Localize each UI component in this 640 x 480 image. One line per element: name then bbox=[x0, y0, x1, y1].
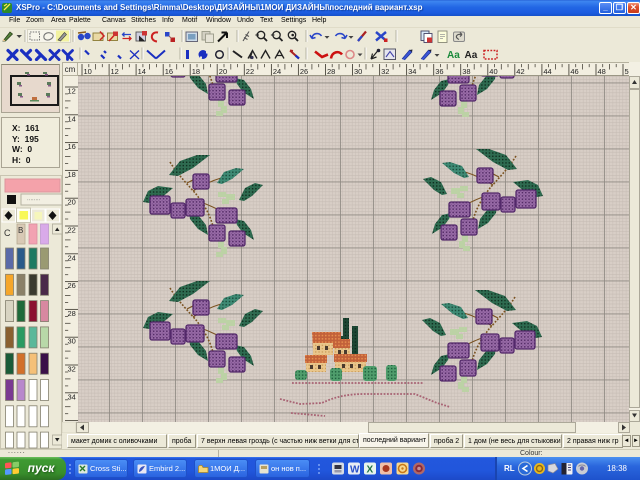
svg-text:X: X bbox=[367, 465, 374, 476]
svg-text:14: 14 bbox=[68, 114, 76, 123]
svg-text:14: 14 bbox=[138, 67, 146, 76]
svg-text:34: 34 bbox=[408, 67, 416, 76]
svg-text:38: 38 bbox=[462, 67, 470, 76]
svg-text:B: B bbox=[18, 226, 23, 235]
svg-text:········: ········ bbox=[27, 198, 41, 204]
svg-text:20: 20 bbox=[68, 198, 76, 207]
svg-text:34: 34 bbox=[68, 392, 76, 401]
svg-text:32: 32 bbox=[381, 67, 389, 76]
svg-text:12: 12 bbox=[111, 67, 119, 76]
svg-text:32: 32 bbox=[68, 365, 76, 374]
svg-text:28: 28 bbox=[327, 67, 335, 76]
svg-text:C: C bbox=[4, 228, 11, 238]
svg-text:40: 40 bbox=[489, 67, 497, 76]
svg-text:24: 24 bbox=[273, 67, 281, 76]
svg-text:22: 22 bbox=[68, 226, 76, 235]
svg-text:28: 28 bbox=[68, 309, 76, 318]
svg-text:10: 10 bbox=[84, 67, 92, 76]
svg-text:16: 16 bbox=[68, 142, 76, 151]
svg-text:Aa: Aa bbox=[465, 50, 478, 61]
svg-text:12: 12 bbox=[68, 87, 76, 96]
svg-text:46: 46 bbox=[570, 67, 578, 76]
svg-text:Aa: Aa bbox=[447, 50, 460, 61]
svg-text:30: 30 bbox=[354, 67, 362, 76]
svg-text:18: 18 bbox=[192, 67, 200, 76]
svg-text:16: 16 bbox=[165, 67, 173, 76]
svg-text:22: 22 bbox=[246, 67, 254, 76]
svg-text:42: 42 bbox=[516, 67, 524, 76]
svg-text:30: 30 bbox=[68, 337, 76, 346]
svg-text:24: 24 bbox=[68, 253, 76, 262]
svg-text:20: 20 bbox=[219, 67, 227, 76]
svg-text:36: 36 bbox=[435, 67, 443, 76]
svg-text:26: 26 bbox=[68, 281, 76, 290]
svg-text:26: 26 bbox=[300, 67, 308, 76]
svg-text:48: 48 bbox=[598, 67, 606, 76]
svg-text:W: W bbox=[350, 465, 360, 476]
svg-text:18: 18 bbox=[68, 170, 76, 179]
svg-text:44: 44 bbox=[543, 67, 551, 76]
